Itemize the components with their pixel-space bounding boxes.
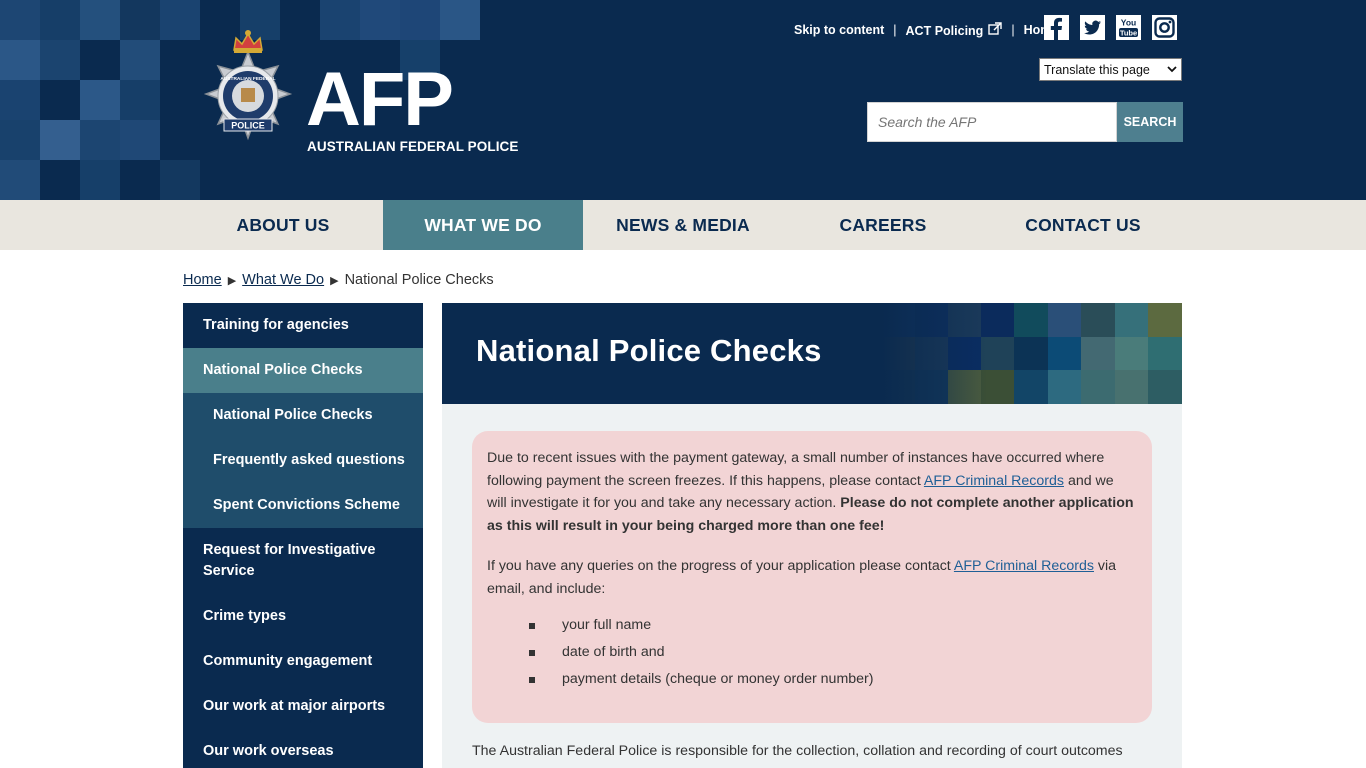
police-badge-icon: POLICE AUSTRALIAN FEDERAL [203, 30, 293, 141]
link-separator: | [1011, 23, 1015, 37]
nav-item-about-us[interactable]: ABOUT US [183, 200, 383, 250]
list-item: your full name [487, 612, 1137, 639]
sidebar-item-major-airports[interactable]: Our work at major airports [183, 684, 423, 729]
sidebar-item-training-for-agencies[interactable]: Training for agencies [183, 303, 423, 348]
intro-paragraph: The Australian Federal Police is respons… [472, 743, 1123, 759]
alert-paragraph-2: If you have any queries on the progress … [487, 555, 1137, 600]
alert-paragraph-1: Due to recent issues with the payment ga… [487, 447, 1137, 537]
nav-item-what-we-do[interactable]: WHAT WE DO [383, 200, 583, 250]
act-policing-link[interactable]: ACT Policing [906, 22, 1003, 38]
nav-item-contact-us[interactable]: CONTACT US [983, 200, 1183, 250]
page-banner: National Police Checks [442, 303, 1182, 404]
banner-mosaic-background [882, 303, 1182, 404]
link-separator: | [893, 23, 897, 37]
external-link-icon [988, 22, 1003, 35]
nav-item-news-media[interactable]: NEWS & MEDIA [583, 200, 783, 250]
page-title: National Police Checks [476, 333, 822, 368]
act-policing-label: ACT Policing [905, 24, 984, 38]
sidebar-subitem-national-police-checks[interactable]: National Police Checks [183, 393, 423, 438]
youtube-text-you: You [1121, 18, 1136, 28]
logo-acronym: AFP [306, 57, 454, 142]
instagram-icon[interactable] [1152, 15, 1177, 40]
facebook-icon[interactable] [1044, 15, 1069, 40]
alert-text: If you have any queries on the progress … [487, 558, 954, 574]
site-header: POLICE AUSTRALIAN FEDERAL AFP AUSTRALIAN… [0, 0, 1366, 200]
logo-full-name: AUSTRALIAN FEDERAL POLICE [307, 139, 519, 154]
chevron-down-icon [1163, 59, 1181, 80]
sidebar-subitem-spent-convictions[interactable]: Spent Convictions Scheme [183, 483, 423, 528]
translate-select[interactable]: Translate this page [1039, 58, 1182, 81]
main-content: Due to recent issues with the payment ga… [442, 404, 1182, 768]
translate-selected-value: Translate this page [1044, 62, 1150, 77]
main-navigation: ABOUT US WHAT WE DO NEWS & MEDIA CAREERS… [0, 200, 1366, 250]
utility-links: Skip to content | ACT Policing | Home [794, 21, 1058, 39]
sidebar-menu: Training for agencies National Police Ch… [183, 303, 423, 768]
social-links: You Tube [1044, 15, 1177, 40]
breadcrumb-arrow-icon: ▶ [330, 274, 339, 287]
required-details-list: your full name date of birth and payment… [487, 612, 1137, 693]
sidebar-item-national-police-checks[interactable]: National Police Checks [183, 348, 423, 393]
search-input[interactable] [867, 102, 1117, 142]
badge-police-text: POLICE [231, 121, 265, 131]
breadcrumb-arrow-icon: ▶ [227, 274, 237, 287]
afp-logo[interactable]: POLICE AUSTRALIAN FEDERAL AFP AUSTRALIAN… [190, 28, 518, 163]
breadcrumb-what-we-do[interactable]: What We Do [242, 272, 324, 288]
list-item: date of birth and [487, 639, 1137, 666]
sidebar-item-community-engagement[interactable]: Community engagement [183, 639, 423, 684]
twitter-icon[interactable] [1080, 15, 1105, 40]
breadcrumb-home[interactable]: Home [183, 272, 222, 288]
youtube-text-tube: Tube [1120, 28, 1137, 37]
breadcrumb: Home ▶ What We Do ▶ National Police Chec… [183, 272, 494, 288]
sidebar-item-work-overseas[interactable]: Our work overseas [183, 729, 423, 768]
payment-alert-box: Due to recent issues with the payment ga… [472, 431, 1152, 723]
sidebar-item-investigative-service[interactable]: Request for Investigative Service [183, 528, 423, 594]
sidebar-item-crime-types[interactable]: Crime types [183, 594, 423, 639]
list-item: payment details (cheque or money order n… [487, 666, 1137, 693]
sidebar-subitem-faq[interactable]: Frequently asked questions [183, 438, 423, 483]
criminal-records-link[interactable]: AFP Criminal Records [954, 558, 1094, 574]
badge-ring-text: AUSTRALIAN FEDERAL [220, 76, 275, 82]
breadcrumb-current: National Police Checks [344, 272, 494, 288]
criminal-records-link[interactable]: AFP Criminal Records [924, 473, 1064, 489]
nav-item-careers[interactable]: CAREERS [783, 200, 983, 250]
search-button[interactable]: SEARCH [1117, 102, 1183, 142]
youtube-icon[interactable]: You Tube [1116, 15, 1141, 40]
skip-to-content-link[interactable]: Skip to content [794, 23, 884, 37]
